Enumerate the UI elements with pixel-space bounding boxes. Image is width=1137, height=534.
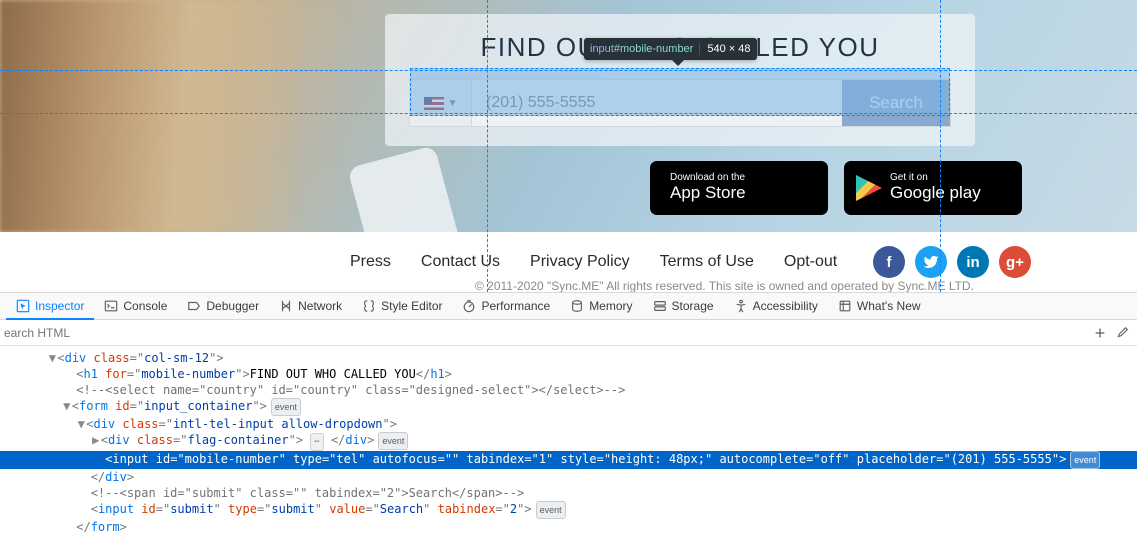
add-icon[interactable] [1093,326,1107,340]
twitter-icon[interactable] [915,246,947,278]
tab-whats-new[interactable]: What's New [828,293,931,319]
tab-debugger[interactable]: Debugger [177,293,269,319]
google-play-icon [856,175,882,201]
webpage-viewport: FIND OUT WHO CALLED YOU ▼ Search input#m… [0,0,1137,292]
app-badges: Download on the App Store Get it on Goog… [650,161,1022,215]
html-search-input[interactable] [0,326,1093,340]
devtools-search-row [0,320,1137,346]
google-play-badge[interactable]: Get it on Google play [844,161,1022,215]
app-store-badge[interactable]: Download on the App Store [650,161,828,215]
event-badge[interactable]: event [1070,451,1100,469]
tree-row[interactable]: <input id="submit" type="submit" value="… [0,501,1137,519]
footer-link-terms[interactable]: Terms of Use [660,253,754,271]
tab-console[interactable]: Console [94,293,177,319]
chevron-down-icon: ▼ [448,98,458,109]
tree-row[interactable]: <h1 for="mobile-number">FIND OUT WHO CAL… [0,366,1137,382]
search-card: FIND OUT WHO CALLED YOU ▼ Search [385,14,975,146]
phone-input-row: ▼ Search [409,79,951,127]
search-button[interactable]: Search [842,80,950,126]
copyright-text: © 2011-2020 "Sync.ME" All rights reserve… [475,279,974,292]
ellipsis-badge[interactable]: ⋯ [310,433,323,451]
tab-accessibility[interactable]: Accessibility [724,293,828,319]
twisty-icon[interactable]: ▼ [47,350,57,366]
tree-row[interactable]: ▶<div class="flag-container"> ⋯ </div>ev… [0,432,1137,451]
tree-actions [1093,326,1137,340]
social-icons: f in g+ [873,246,1031,278]
footer-link-press[interactable]: Press [350,253,391,271]
devtools-toolbar: Inspector Console Debugger Network Style… [0,292,1137,320]
hero-background: FIND OUT WHO CALLED YOU ▼ Search input#m… [0,0,1137,232]
tree-row[interactable]: <!--<select name="country" id="country" … [0,382,1137,398]
twisty-icon[interactable]: ▼ [76,416,86,432]
tree-row[interactable]: ▼<form id="input_container">event [0,398,1137,416]
tree-row-selected[interactable]: <input id="mobile-number" type="tel" aut… [0,451,1137,469]
tab-performance[interactable]: Performance [452,293,560,319]
tree-row[interactable]: <!--<span id="submit" class="" tabindex=… [0,485,1137,501]
phone-input[interactable] [472,80,842,126]
tab-inspector[interactable]: Inspector [6,294,94,320]
twisty-icon[interactable]: ▶ [91,432,101,448]
footer-link-optout[interactable]: Opt-out [784,253,837,271]
html-tree[interactable]: ▼<div class="col-sm-12"> <h1 for="mobile… [0,346,1137,534]
tab-network[interactable]: Network [269,293,352,319]
tab-style-editor[interactable]: Style Editor [352,293,452,319]
tree-row[interactable]: </div> [0,469,1137,485]
tab-storage[interactable]: Storage [643,293,724,319]
footer-links: Press Contact Us Privacy Policy Terms of… [350,253,837,271]
tree-row[interactable]: ▼<div class="intl-tel-input allow-dropdo… [0,416,1137,432]
footer-link-privacy[interactable]: Privacy Policy [530,253,630,271]
us-flag-icon [424,97,444,110]
country-flag-selector[interactable]: ▼ [410,80,472,126]
facebook-icon[interactable]: f [873,246,905,278]
tab-memory[interactable]: Memory [560,293,642,319]
eyedropper-icon[interactable] [1115,326,1129,340]
inspector-guide-horizontal [0,70,1137,71]
footer: Press Contact Us Privacy Policy Terms of… [0,232,1137,292]
inspector-guide-vertical [940,0,941,292]
tree-row[interactable]: </form> [0,519,1137,534]
event-badge[interactable]: event [536,501,566,519]
inspector-guide-vertical [487,0,488,292]
tooltip-selector: input#mobile-number [584,43,699,55]
google-plus-icon[interactable]: g+ [999,246,1031,278]
inspector-guide-horizontal [0,113,1137,114]
event-badge[interactable]: event [378,432,408,450]
footer-link-contact[interactable]: Contact Us [421,253,500,271]
linkedin-icon[interactable]: in [957,246,989,278]
inspector-tooltip: input#mobile-number 540 × 48 [584,38,757,60]
hero-background-hair [0,0,300,232]
event-badge[interactable]: event [271,398,301,416]
tree-row[interactable]: ▼<div class="col-sm-12"> [0,350,1137,366]
twisty-icon[interactable]: ▼ [62,398,72,414]
tooltip-dimensions: 540 × 48 [699,43,757,55]
